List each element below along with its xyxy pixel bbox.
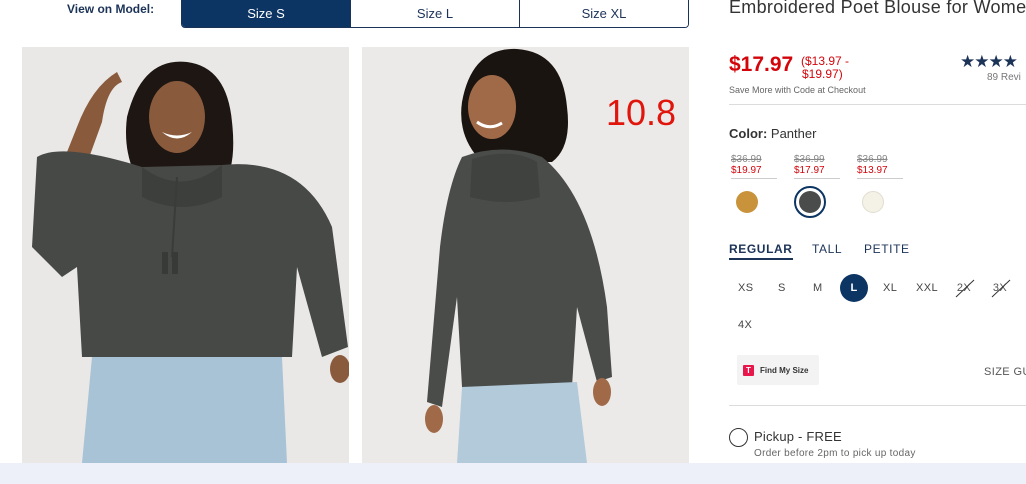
model-size-tab-s[interactable]: Size S: [182, 0, 351, 27]
find-my-size-label: Find My Size: [760, 365, 809, 375]
model-size-tab-xl[interactable]: Size XL: [520, 0, 688, 27]
swatch-cream[interactable]: [862, 191, 884, 213]
review-count-link[interactable]: 89 Revi: [987, 72, 1021, 83]
product-image-front[interactable]: [22, 47, 349, 463]
bottom-bar: [0, 463, 1026, 484]
size-button-xl[interactable]: XL: [883, 282, 897, 294]
color-label: Color: Panther: [729, 126, 816, 141]
overlay-number: 10.8: [606, 92, 677, 133]
swatch-was-price: $36.99: [731, 154, 762, 165]
color-value: Panther: [770, 126, 817, 141]
find-my-size-button[interactable]: T Find My Size: [737, 355, 819, 385]
pickup-label[interactable]: Pickup - FREE: [754, 429, 842, 444]
pickup-note: Order before 2pm to pick up today: [754, 448, 916, 459]
product-title: Embroidered Poet Blouse for Women: [729, 0, 1026, 17]
tab-regular[interactable]: REGULAR: [729, 242, 793, 260]
size-button-xxl[interactable]: XXL: [916, 282, 938, 294]
view-on-model-label: View on Model:: [67, 2, 155, 16]
swatch-panther[interactable]: [799, 191, 821, 213]
size-button-xs[interactable]: XS: [738, 282, 753, 294]
size-button-2x-soldout[interactable]: 2X: [955, 279, 975, 298]
swatch-now-price: $19.97: [731, 165, 777, 179]
divider: [729, 104, 1026, 105]
model-size-tabs: Size S Size L Size XL: [181, 0, 689, 28]
model-size-tab-l[interactable]: Size L: [351, 0, 520, 27]
true-fit-logo-icon: T: [743, 364, 754, 376]
rating-stars-icon[interactable]: ★★★★: [960, 52, 1018, 72]
swatch-was-price: $36.99: [857, 154, 888, 165]
swatch-price-cream: $36.99 $13.97: [857, 154, 903, 179]
swatch-now-price: $13.97: [857, 165, 903, 179]
price-range-line2: $19.97): [802, 67, 843, 81]
sale-price: $17.97: [729, 53, 794, 76]
size-button-l[interactable]: L: [840, 274, 868, 302]
tab-petite[interactable]: PETITE: [864, 242, 910, 256]
strike-icon: [955, 279, 975, 298]
tab-tall[interactable]: TALL: [812, 242, 842, 256]
swatch-price-mustard: $36.99 $19.97: [731, 154, 777, 179]
swatch-now-price: $17.97: [794, 165, 840, 179]
color-label-title: Color:: [729, 126, 768, 141]
pickup-radio[interactable]: [729, 428, 748, 447]
size-button-3x-soldout[interactable]: 3X: [991, 279, 1011, 298]
price-range: ($13.97 - $19.97): [801, 55, 861, 81]
swatch-price-panther: $36.99 $17.97: [794, 154, 840, 179]
swatch-was-price: $36.99: [794, 154, 825, 165]
strike-icon: [991, 279, 1011, 298]
divider: [729, 405, 1026, 406]
save-more-note: Save More with Code at Checkout: [729, 85, 866, 95]
size-button-m[interactable]: M: [813, 282, 823, 294]
swatch-mustard[interactable]: [736, 191, 758, 213]
size-button-4x[interactable]: 4X: [738, 319, 752, 331]
size-button-s[interactable]: S: [778, 282, 786, 294]
size-guide-link[interactable]: SIZE GU: [984, 366, 1026, 378]
